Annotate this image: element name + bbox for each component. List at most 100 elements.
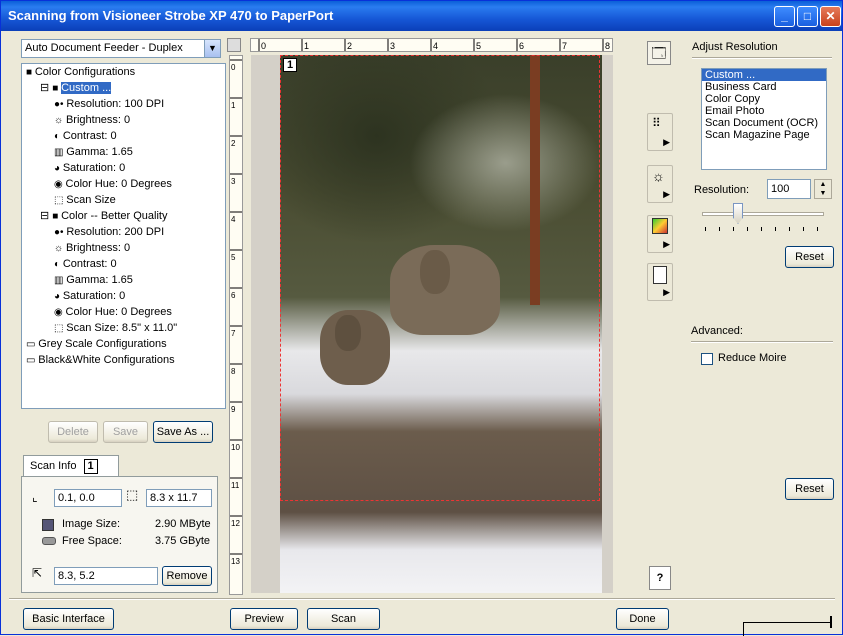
minimize-button[interactable]: _ xyxy=(774,6,795,27)
tree-node-label: Scan Size xyxy=(66,194,116,206)
size-icon: ⬚ xyxy=(126,487,139,502)
reduce-moire-checkbox[interactable] xyxy=(701,353,713,365)
horizontal-ruler: 0 1 2 3 4 5 6 7 8 xyxy=(250,38,613,52)
preset-item[interactable]: Color Copy xyxy=(702,93,826,105)
resolution-input[interactable]: 100 xyxy=(767,179,811,199)
free-space-value: 3.75 GByte xyxy=(155,535,211,547)
tree-node[interactable]: ⬚ Scan Size xyxy=(54,192,116,208)
tree-node-label: Brightness: 0 xyxy=(65,114,131,126)
tree-node-icon: ▭ xyxy=(26,355,39,366)
tab-scan-info[interactable]: Scan Info 1 xyxy=(23,455,119,477)
tree-node-icon: ⬚ xyxy=(54,195,67,206)
tree-node[interactable]: ■ Color Configurations xyxy=(26,64,135,80)
scan-area-selection[interactable] xyxy=(280,55,600,501)
collapse-icon[interactable]: ⊟ xyxy=(40,210,52,222)
remove-button[interactable]: Remove xyxy=(162,566,212,586)
tree-node[interactable]: ◕ Saturation: 0 xyxy=(54,288,125,304)
tree-node-icon: ◉ xyxy=(54,179,66,190)
tree-node-icon: ▭ xyxy=(26,339,39,350)
resolution-slider-track[interactable] xyxy=(702,212,824,216)
image-size-label: Image Size: xyxy=(62,518,121,530)
scanner-window: Scanning from Visioneer Strobe XP 470 to… xyxy=(0,0,843,636)
scan-size-tool-button[interactable]: ▶ xyxy=(647,263,673,301)
vruler-number: 13 xyxy=(231,557,240,566)
basic-interface-button[interactable]: Basic Interface xyxy=(23,608,114,630)
chevron-down-icon[interactable]: ▼ xyxy=(204,40,220,57)
scan-info-panel: ⌞ 0.1, 0.0 ⬚ 8.3 x 11.7 Image Size: 2.90… xyxy=(21,476,218,593)
arrow-right-icon: ▶ xyxy=(663,137,670,147)
tree-node-label: Color Hue: 0 Degrees xyxy=(65,306,172,318)
tree-node-label: Resolution: 100 DPI xyxy=(66,98,165,110)
tree-node-label: Custom ... xyxy=(61,82,112,94)
hruler-number: 0 xyxy=(261,41,266,51)
tree-node[interactable]: ▭ Black&White Configurations xyxy=(26,352,175,368)
resize-grip[interactable] xyxy=(743,622,831,636)
save-as-button[interactable]: Save As ... xyxy=(153,421,213,443)
scan-info-page-badge: 1 xyxy=(83,459,98,474)
source-select[interactable]: Auto Document Feeder - Duplex ▼ xyxy=(21,39,221,58)
tree-node[interactable]: ☼ Brightness: 0 xyxy=(54,240,130,256)
tree-node-icon: ◕ xyxy=(54,291,63,302)
ruler-corner-button[interactable] xyxy=(227,38,241,52)
help-icon[interactable]: ? xyxy=(649,566,671,590)
resolution-presets-list[interactable]: Custom ... Business Card Color Copy Email P… xyxy=(701,68,827,170)
tree-node[interactable]: ◕ Saturation: 0 xyxy=(54,160,125,176)
tree-node[interactable]: ▥ Gamma: 1.65 xyxy=(54,272,133,288)
gamma-tool-button[interactable]: ▶ xyxy=(647,215,673,253)
resolution-spinner[interactable]: ▲ ▼ xyxy=(814,179,832,199)
tree-node[interactable]: ●• Resolution: 200 DPI xyxy=(54,224,164,240)
drive-icon xyxy=(42,537,56,545)
tree-node[interactable]: ◉ Color Hue: 0 Degrees xyxy=(54,176,172,192)
delete-button[interactable]: Delete xyxy=(48,421,98,443)
reset-resolution-button[interactable]: Reset xyxy=(785,246,834,268)
tree-node-icon: ⬚ xyxy=(54,323,67,334)
tree-node[interactable]: ☼ Brightness: 0 xyxy=(54,112,130,128)
tree-node-label: Resolution: 200 DPI xyxy=(66,226,165,238)
resize-grip-marker xyxy=(830,616,832,628)
vertical-ruler: 0 1 2 3 4 5 6 7 8 9 10 11 12 13 xyxy=(229,55,243,595)
collapse-icon[interactable]: ⊟ xyxy=(40,82,52,94)
preset-item[interactable]: Scan Magazine Page xyxy=(702,129,826,141)
vruler-number: 0 xyxy=(231,63,236,72)
preview-button[interactable]: Preview xyxy=(230,608,298,630)
preset-item[interactable]: Custom ... xyxy=(702,69,826,81)
close-button[interactable]: ✕ xyxy=(820,6,841,27)
tree-node[interactable]: ◐ Contrast: 0 xyxy=(54,128,117,144)
done-button[interactable]: Done xyxy=(616,608,669,630)
preview-area[interactable]: 1 xyxy=(251,55,613,593)
resolution-tool-button[interactable]: ⠿ ▶ xyxy=(647,113,673,151)
tree-node-label: Gamma: 1.65 xyxy=(66,146,133,158)
reset-advanced-button[interactable]: Reset xyxy=(785,478,834,500)
tree-node[interactable]: ⊟ ■ Custom ... xyxy=(40,80,112,96)
tree-node-label: Saturation: 0 xyxy=(62,162,126,174)
tree-node[interactable]: ▥ Gamma: 1.65 xyxy=(54,144,133,160)
tree-node-icon: ■ xyxy=(26,67,35,78)
preset-item[interactable]: Scan Document (OCR) xyxy=(702,117,826,129)
window-title: Scanning from Visioneer Strobe XP 470 to… xyxy=(8,8,334,23)
tree-node[interactable]: ◐ Contrast: 0 xyxy=(54,256,117,272)
preset-item[interactable]: Business Card xyxy=(702,81,826,93)
tree-node-label: Color -- Better Quality xyxy=(61,210,168,222)
tree-node[interactable]: ⬚ Scan Size: 8.5" x 11.0" xyxy=(54,320,177,336)
settings-window-icon[interactable]: 🗔 xyxy=(647,41,671,65)
hruler-number: 5 xyxy=(476,41,481,51)
arrow-right-icon: ▶ xyxy=(663,189,670,199)
configuration-tree: ■ Color Configurations ⊟ ■ Custom ... ●• R… xyxy=(21,63,226,409)
resolution-slider-thumb[interactable] xyxy=(733,203,743,224)
cursor-icon: ⇱ xyxy=(32,566,43,580)
maximize-button[interactable]: □ xyxy=(797,6,818,27)
hruler-number: 6 xyxy=(519,41,524,51)
tree-node-label: Contrast: 0 xyxy=(62,258,117,270)
vruler-number: 11 xyxy=(231,481,240,490)
brightness-tool-button[interactable]: ☼ ▶ xyxy=(647,165,673,203)
preset-item[interactable]: Email Photo xyxy=(702,105,826,117)
scan-button[interactable]: Scan xyxy=(307,608,380,630)
tree-node[interactable]: ●• Resolution: 100 DPI xyxy=(54,96,164,112)
hruler-number: 4 xyxy=(433,41,438,51)
slider-ticks xyxy=(705,227,823,231)
tree-node-label: Scan Size: 8.5" x 11.0" xyxy=(66,322,178,334)
tree-node[interactable]: ◉ Color Hue: 0 Degrees xyxy=(54,304,172,320)
tree-node[interactable]: ▭ Grey Scale Configurations xyxy=(26,336,167,352)
save-button[interactable]: Save xyxy=(103,421,148,443)
tree-node[interactable]: ⊟ ■ Color -- Better Quality xyxy=(40,208,167,224)
